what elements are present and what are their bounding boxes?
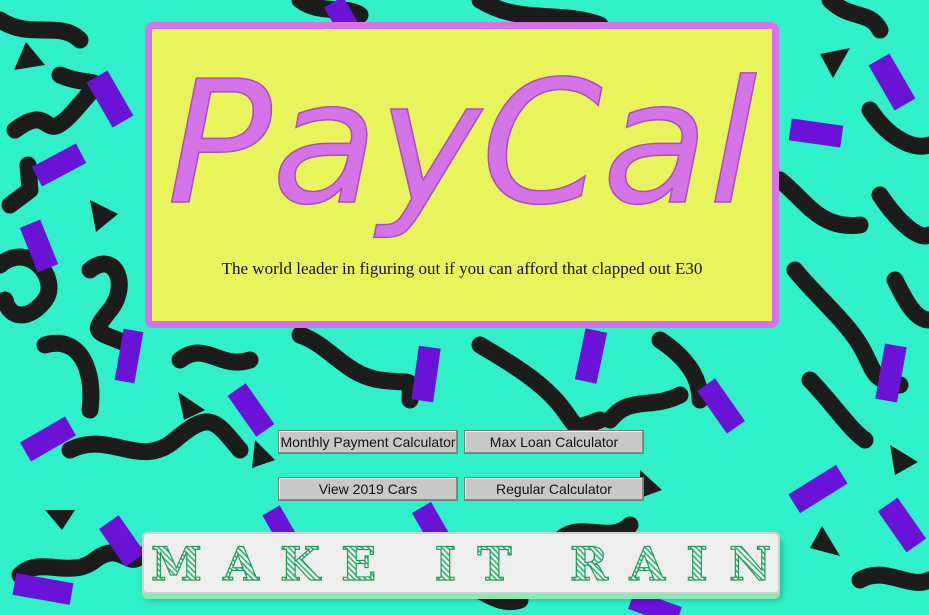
tagline: The world leader in figuring out if you … bbox=[221, 259, 703, 278]
max-loan-calculator-button[interactable]: Max Loan Calculator bbox=[464, 430, 644, 454]
hero-banner: PayCal The world leader in figuring out … bbox=[145, 22, 779, 328]
paycal-logo: PayCal bbox=[166, 47, 758, 244]
paycal-logo-text: PayCal bbox=[167, 47, 757, 243]
view-2019-cars-button[interactable]: View 2019 Cars bbox=[278, 477, 458, 501]
make-it-rain-graphic: MAKE IT RAIN bbox=[150, 536, 771, 591]
make-it-rain-label: MAKE IT RAIN bbox=[151, 537, 771, 591]
regular-calculator-button[interactable]: Regular Calculator bbox=[464, 477, 644, 501]
monthly-payment-calculator-button[interactable]: Monthly Payment Calculator bbox=[278, 430, 458, 454]
make-it-rain-button[interactable]: MAKE IT RAIN bbox=[142, 532, 780, 594]
